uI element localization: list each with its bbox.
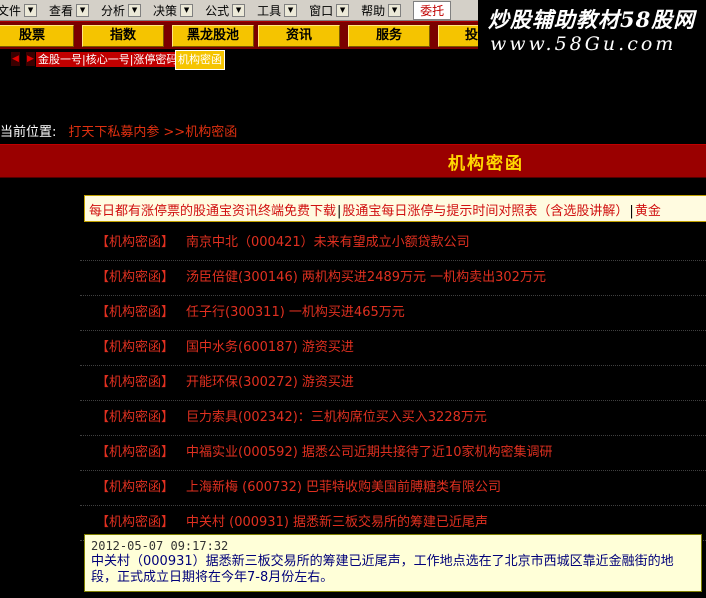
list-item[interactable]: 【机构密函】 开能环保(300272) 游资买进 [80,366,706,401]
list-item[interactable]: 【机构密函】 国中水务(600187) 游资买进 [80,331,706,366]
news-tag: 【机构密函】 [96,515,175,530]
chevron-down-icon: ▼ [24,3,38,17]
list-item[interactable]: 【机构密函】 中福实业(000592) 据悉公司近期共接待了近10家机构密集调研 [80,436,706,471]
menu-file-label: 文件 [0,3,22,18]
news-title[interactable]: 中福实业(000592) 据悉公司近期共接待了近10家机构密集调研 [186,445,552,460]
menu-decision-label: 决策 [153,3,178,18]
news-tooltip: 2012-05-07 09:17:32 中关村（000931）据悉新三板交易所的… [84,534,702,592]
promo-marquee: 每日都有涨停票的股通宝资讯终端免费下载|股通宝每日涨停与提示时间对照表（含选股讲… [84,195,706,222]
marquee-content: 每日都有涨停票的股通宝资讯终端免费下载|股通宝每日涨停与提示时间对照表（含选股讲… [89,200,661,219]
watermark-title: 炒股辅助教材58股网 [488,7,696,32]
menu-tools-label: 工具 [257,3,282,18]
title-band: 机构密函 [0,144,706,178]
news-title[interactable]: 汤臣倍健(300146) 两机构买进2489万元 一机构卖出302万元 [186,270,546,285]
menu-tools[interactable]: 工具 ▼ [251,2,303,19]
news-list: 【机构密函】 南京中北（000421）未来有望成立小额贷款公司 【机构密函】 汤臣倍… [80,226,706,541]
chevron-down-icon: ▼ [128,3,142,17]
arrow-left-icon[interactable]: ◀ [11,52,20,66]
news-title[interactable]: 巨力索具(002342)：三机构席位买入买入3228万元 [186,410,487,425]
menu-trade-label: 委托 [420,3,445,18]
chevron-down-icon: ▼ [336,3,350,17]
breadcrumb-label: 当前位置: [0,125,57,140]
news-tag: 【机构密函】 [96,445,175,460]
news-tag: 【机构密函】 [96,235,175,250]
menu-help-label: 帮助 [361,3,386,18]
news-title[interactable]: 国中水务(600187) 游资买进 [186,340,354,355]
promo-link-schedule[interactable]: 股通宝每日涨停与提示时间对照表（含选股讲解） [342,204,628,219]
news-tag: 【机构密函】 [96,340,175,355]
list-item[interactable]: 【机构密函】 南京中北（000421）未来有望成立小额贷款公司 [80,226,706,261]
menu-view-label: 查看 [49,3,74,18]
news-tag: 【机构密函】 [96,410,175,425]
menu-decision[interactable]: 决策 ▼ [147,2,199,19]
separator: | [629,204,634,219]
news-button[interactable]: 资讯 [258,25,340,47]
menu-analysis[interactable]: 分析 ▼ [95,2,147,19]
menu-file[interactable]: 文件 ▼ [0,2,43,19]
news-tag: 【机构密函】 [96,480,175,495]
news-title[interactable]: 任子行(300311) 一机构买进465万元 [186,305,405,320]
watermark-url: www.58Gu.com [490,33,677,55]
news-tag: 【机构密函】 [96,270,175,285]
page-title: 机构密函 [448,154,524,174]
breadcrumb: 当前位置: 打天下私募内参 >>机构密函 [0,121,237,140]
arrow-right-icon[interactable]: ▶ [26,52,35,66]
index-button[interactable]: 指数 [82,25,164,47]
news-title[interactable]: 上海新梅 (600732) 巴菲特收购美国前膊糖类有限公司 [186,480,501,495]
list-item[interactable]: 【机构密函】 汤臣倍健(300146) 两机构买进2489万元 一机构卖出302万… [80,261,706,296]
news-tag: 【机构密函】 [96,375,175,390]
list-item[interactable]: 【机构密函】 上海新梅 (600732) 巴菲特收购美国前膊糖类有限公司 [80,471,706,506]
stock-pool-button[interactable]: 黑龙股池 [172,25,254,47]
news-title[interactable]: 开能环保(300272) 游资买进 [186,375,354,390]
news-title[interactable]: 中关村 (000931) 据悉新三板交易所的筹建已近尾声 [186,515,488,530]
promo-link-gold[interactable]: 黄金 [635,204,661,219]
news-title[interactable]: 南京中北（000421）未来有望成立小额贷款公司 [186,235,470,250]
list-item[interactable]: 【机构密函】 任子行(300311) 一机构买进465万元 [80,296,706,331]
promo-link-download[interactable]: 每日都有涨停票的股通宝资讯终端免费下载 [89,204,336,219]
menu-window[interactable]: 窗口 ▼ [303,2,355,19]
chevron-down-icon: ▼ [284,3,298,17]
tab-institution-letters[interactable]: 机构密函 [175,50,225,70]
stocks-button[interactable]: 股票 [0,25,74,47]
menu-window-label: 窗口 [309,3,334,18]
service-button[interactable]: 服务 [348,25,430,47]
menu-trade[interactable]: 委托 [413,0,452,20]
breadcrumb-current: >>机构密函 [163,125,238,140]
chevron-down-icon: ▼ [76,3,90,17]
chevron-down-icon: ▼ [388,3,402,17]
chevron-down-icon: ▼ [180,3,194,17]
tooltip-body: 中关村（000931）据悉新三板交易所的筹建已近尾声，工作地点选在了北京市西城区… [91,554,674,585]
menu-analysis-label: 分析 [101,3,126,18]
menu-formula[interactable]: 公式 ▼ [199,2,251,19]
menu-formula-label: 公式 [205,3,230,18]
chevron-down-icon: ▼ [232,3,246,17]
tooltip-timestamp: 2012-05-07 09:17:32 [91,539,229,553]
tab-news-channels[interactable]: 金股一号|核心一号|涨停密码 [36,52,180,67]
list-item[interactable]: 【机构密函】 巨力索具(002342)：三机构席位买入买入3228万元 [80,401,706,436]
breadcrumb-link[interactable]: 打天下私募内参 [68,125,159,140]
separator: | [337,204,342,219]
menu-view[interactable]: 查看 ▼ [43,2,95,19]
news-tag: 【机构密函】 [96,305,175,320]
site-watermark: 炒股辅助教材58股网 www.58Gu.com [478,0,706,60]
menu-help[interactable]: 帮助 ▼ [355,2,407,19]
